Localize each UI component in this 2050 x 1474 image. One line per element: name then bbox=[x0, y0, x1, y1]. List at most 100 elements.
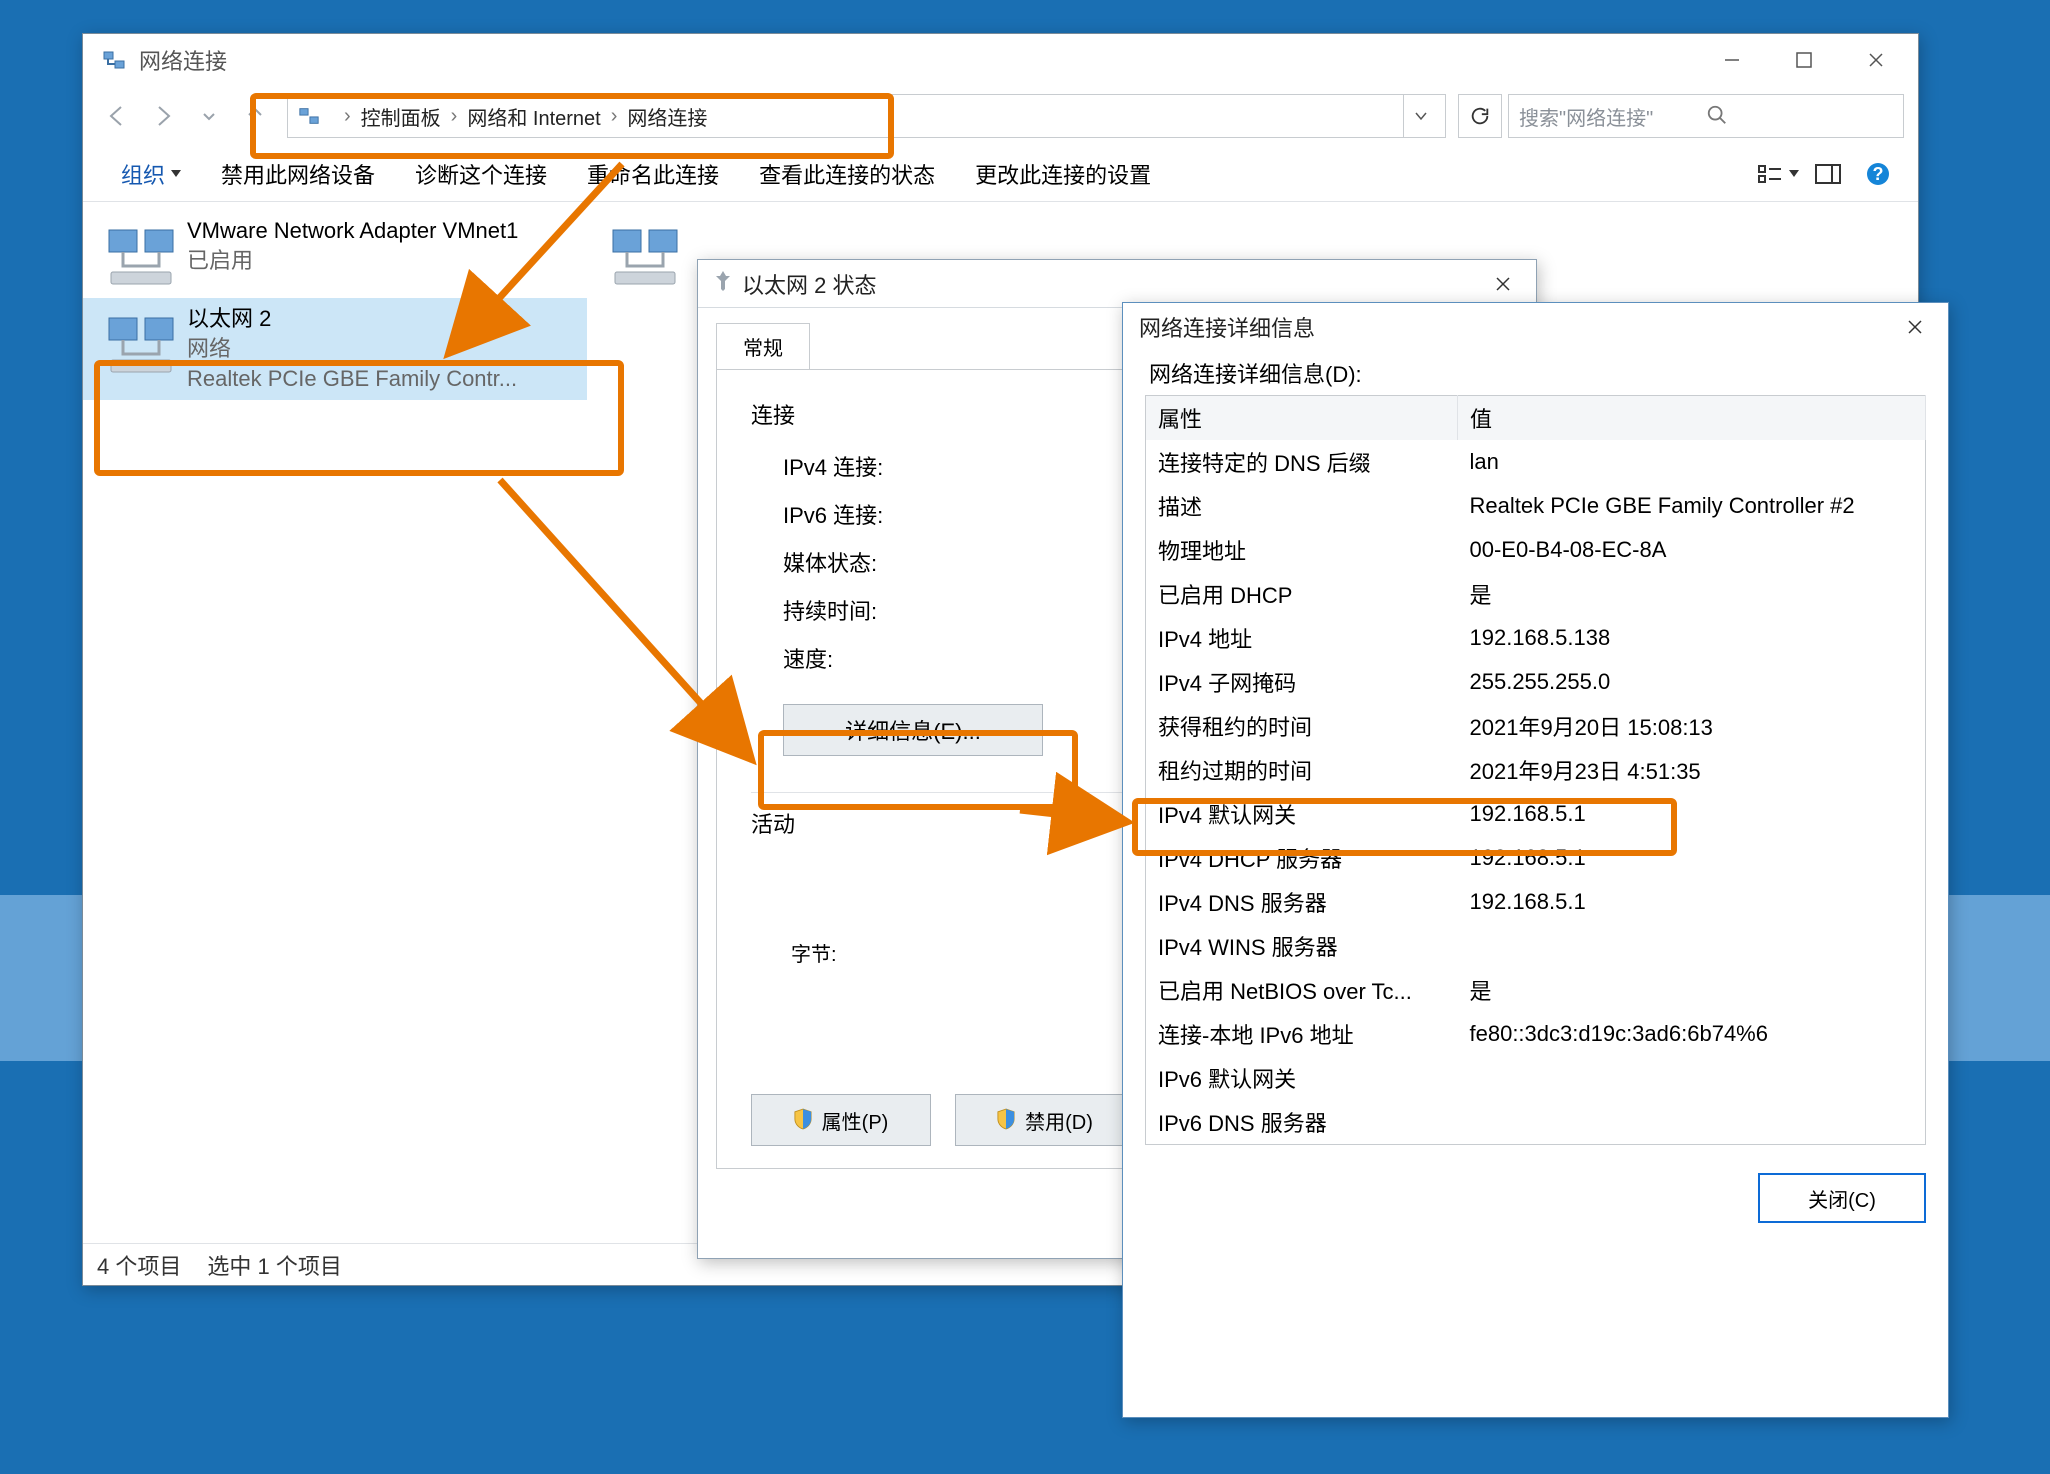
value-cell: 00-E0-B4-08-EC-8A bbox=[1458, 528, 1926, 572]
list-item[interactable]: VMware Network Adapter VMnet1 已启用 bbox=[83, 210, 587, 298]
selected-count: 选中 1 个项目 bbox=[207, 1249, 341, 1281]
pin-icon bbox=[714, 271, 732, 297]
view-options-button[interactable] bbox=[1756, 154, 1800, 194]
details-titlebar[interactable]: 网络连接详细信息 bbox=[1123, 303, 1948, 351]
property-cell: IPv6 默认网关 bbox=[1146, 1056, 1458, 1100]
table-row[interactable]: 已启用 DHCP是 bbox=[1146, 572, 1926, 616]
disable-button[interactable]: 禁用(D) bbox=[955, 1094, 1135, 1146]
property-cell: 物理地址 bbox=[1146, 528, 1458, 572]
crumb-network-connections[interactable]: 网络连接 bbox=[627, 102, 707, 131]
dialog-title: 以太网 2 状态 bbox=[742, 268, 876, 300]
nav-forward-button[interactable] bbox=[143, 96, 183, 136]
value-cell: fe80::3dc3:d19c:3ad6:6b74%6 bbox=[1458, 1012, 1926, 1056]
close-button[interactable] bbox=[1480, 261, 1526, 307]
address-row: › 控制面板 › 网络和 Internet › 网络连接 搜索"网络连接" bbox=[83, 86, 1918, 146]
value-cell: 2021年9月20日 15:08:13 bbox=[1458, 704, 1926, 748]
property-cell: IPv4 DHCP 服务器 bbox=[1146, 836, 1458, 880]
table-row[interactable]: IPv4 DNS 服务器192.168.5.1 bbox=[1146, 880, 1926, 924]
table-row[interactable]: IPv6 DNS 服务器 bbox=[1146, 1100, 1926, 1145]
network-connections-icon bbox=[101, 47, 127, 73]
table-row[interactable]: IPv4 WINS 服务器 bbox=[1146, 924, 1926, 968]
value-cell: 192.168.5.1 bbox=[1458, 880, 1926, 924]
rename-connection-button[interactable]: 重命名此连接 bbox=[567, 154, 739, 194]
diagnose-connection-button[interactable]: 诊断这个连接 bbox=[395, 154, 567, 194]
organize-menu-button[interactable]: 组织 bbox=[101, 154, 201, 194]
chevron-down-icon bbox=[171, 170, 181, 177]
network-adapter-icon bbox=[105, 308, 177, 380]
item-network: 网络 bbox=[187, 334, 577, 364]
value-cell: lan bbox=[1458, 440, 1926, 484]
table-row[interactable]: 已启用 NetBIOS over Tc...是 bbox=[1146, 968, 1926, 1012]
details-table: 属性 值 连接特定的 DNS 后缀lan描述Realtek PCIe GBE F… bbox=[1145, 395, 1926, 1145]
chevron-right-icon: › bbox=[344, 105, 351, 128]
address-dropdown-button[interactable] bbox=[1403, 95, 1437, 137]
crumb-control-panel[interactable]: 控制面板 bbox=[361, 102, 441, 131]
value-cell: Realtek PCIe GBE Family Controller #2 bbox=[1458, 484, 1926, 528]
property-cell: IPv4 WINS 服务器 bbox=[1146, 924, 1458, 968]
item-count: 4 个项目 bbox=[97, 1249, 181, 1281]
change-settings-button[interactable]: 更改此连接的设置 bbox=[955, 154, 1171, 194]
table-row[interactable]: IPv4 DHCP 服务器192.168.5.1 bbox=[1146, 836, 1926, 880]
shield-icon bbox=[997, 1108, 1017, 1132]
view-status-button[interactable]: 查看此连接的状态 bbox=[739, 154, 955, 194]
dialog-title: 网络连接详细信息 bbox=[1139, 311, 1315, 343]
column-property[interactable]: 属性 bbox=[1146, 396, 1458, 441]
table-row[interactable]: 连接特定的 DNS 后缀lan bbox=[1146, 440, 1926, 484]
property-cell: 连接-本地 IPv6 地址 bbox=[1146, 1012, 1458, 1056]
table-row[interactable]: IPv4 子网掩码255.255.255.0 bbox=[1146, 660, 1926, 704]
value-cell: 192.168.5.138 bbox=[1458, 616, 1926, 660]
value-cell bbox=[1458, 1100, 1926, 1145]
table-row[interactable]: 描述Realtek PCIe GBE Family Controller #2 bbox=[1146, 484, 1926, 528]
property-cell: IPv4 子网掩码 bbox=[1146, 660, 1458, 704]
network-adapter-icon bbox=[105, 220, 177, 292]
network-adapter-icon bbox=[609, 220, 681, 292]
table-row[interactable]: 获得租约的时间2021年9月20日 15:08:13 bbox=[1146, 704, 1926, 748]
disable-device-button[interactable]: 禁用此网络设备 bbox=[201, 154, 395, 194]
properties-button[interactable]: 属性(P) bbox=[751, 1094, 931, 1146]
property-cell: 已启用 NetBIOS over Tc... bbox=[1146, 968, 1458, 1012]
search-placeholder: 搜索"网络连接" bbox=[1519, 102, 1706, 131]
crumb-network-internet[interactable]: 网络和 Internet bbox=[467, 102, 600, 131]
recent-locations-button[interactable] bbox=[189, 96, 229, 136]
chevron-right-icon: › bbox=[611, 105, 618, 128]
item-title: VMware Network Adapter VMnet1 bbox=[187, 216, 577, 246]
details-list-label: 网络连接详细信息(D): bbox=[1149, 357, 1926, 389]
column-value[interactable]: 值 bbox=[1458, 396, 1926, 441]
nav-up-button[interactable] bbox=[235, 96, 275, 136]
preview-pane-button[interactable] bbox=[1806, 154, 1850, 194]
table-row[interactable]: IPv6 默认网关 bbox=[1146, 1056, 1926, 1100]
maximize-button[interactable] bbox=[1768, 37, 1840, 83]
value-cell: 192.168.5.1 bbox=[1458, 836, 1926, 880]
search-input[interactable]: 搜索"网络连接" bbox=[1508, 94, 1904, 138]
window-title: 网络连接 bbox=[139, 44, 227, 76]
refresh-button[interactable] bbox=[1458, 94, 1502, 138]
item-title: 以太网 2 bbox=[187, 304, 577, 334]
list-item[interactable]: 以太网 2 网络 Realtek PCIe GBE Family Contr..… bbox=[83, 298, 587, 400]
close-button[interactable] bbox=[1840, 37, 1912, 83]
minimize-button[interactable] bbox=[1696, 37, 1768, 83]
breadcrumb-bar[interactable]: › 控制面板 › 网络和 Internet › 网络连接 bbox=[287, 94, 1446, 138]
nav-back-button[interactable] bbox=[97, 96, 137, 136]
status-titlebar[interactable]: 以太网 2 状态 bbox=[698, 260, 1536, 308]
close-button[interactable] bbox=[1892, 304, 1938, 350]
value-cell: 是 bbox=[1458, 572, 1926, 616]
tab-general[interactable]: 常规 bbox=[716, 323, 810, 370]
table-row[interactable]: 连接-本地 IPv6 地址fe80::3dc3:d19c:3ad6:6b74%6 bbox=[1146, 1012, 1926, 1056]
command-bar: 组织 禁用此网络设备 诊断这个连接 重命名此连接 查看此连接的状态 更改此连接的… bbox=[83, 146, 1918, 202]
table-row[interactable]: IPv4 地址192.168.5.138 bbox=[1146, 616, 1926, 660]
table-row[interactable]: 租约过期的时间2021年9月23日 4:51:35 bbox=[1146, 748, 1926, 792]
svg-text:?: ? bbox=[1873, 164, 1884, 184]
main-titlebar[interactable]: 网络连接 bbox=[83, 34, 1918, 86]
chevron-right-icon: › bbox=[451, 105, 458, 128]
close-dialog-button[interactable]: 关闭(C) bbox=[1758, 1173, 1926, 1223]
item-device: Realtek PCIe GBE Family Contr... bbox=[187, 364, 577, 394]
value-cell bbox=[1458, 1056, 1926, 1100]
table-row[interactable]: IPv4 默认网关192.168.5.1 bbox=[1146, 792, 1926, 836]
property-cell: 获得租约的时间 bbox=[1146, 704, 1458, 748]
details-button[interactable]: 详细信息(E)... bbox=[783, 704, 1043, 756]
value-cell: 2021年9月23日 4:51:35 bbox=[1458, 748, 1926, 792]
value-cell: 192.168.5.1 bbox=[1458, 792, 1926, 836]
shield-icon bbox=[794, 1108, 814, 1132]
help-button[interactable]: ? bbox=[1856, 154, 1900, 194]
table-row[interactable]: 物理地址00-E0-B4-08-EC-8A bbox=[1146, 528, 1926, 572]
